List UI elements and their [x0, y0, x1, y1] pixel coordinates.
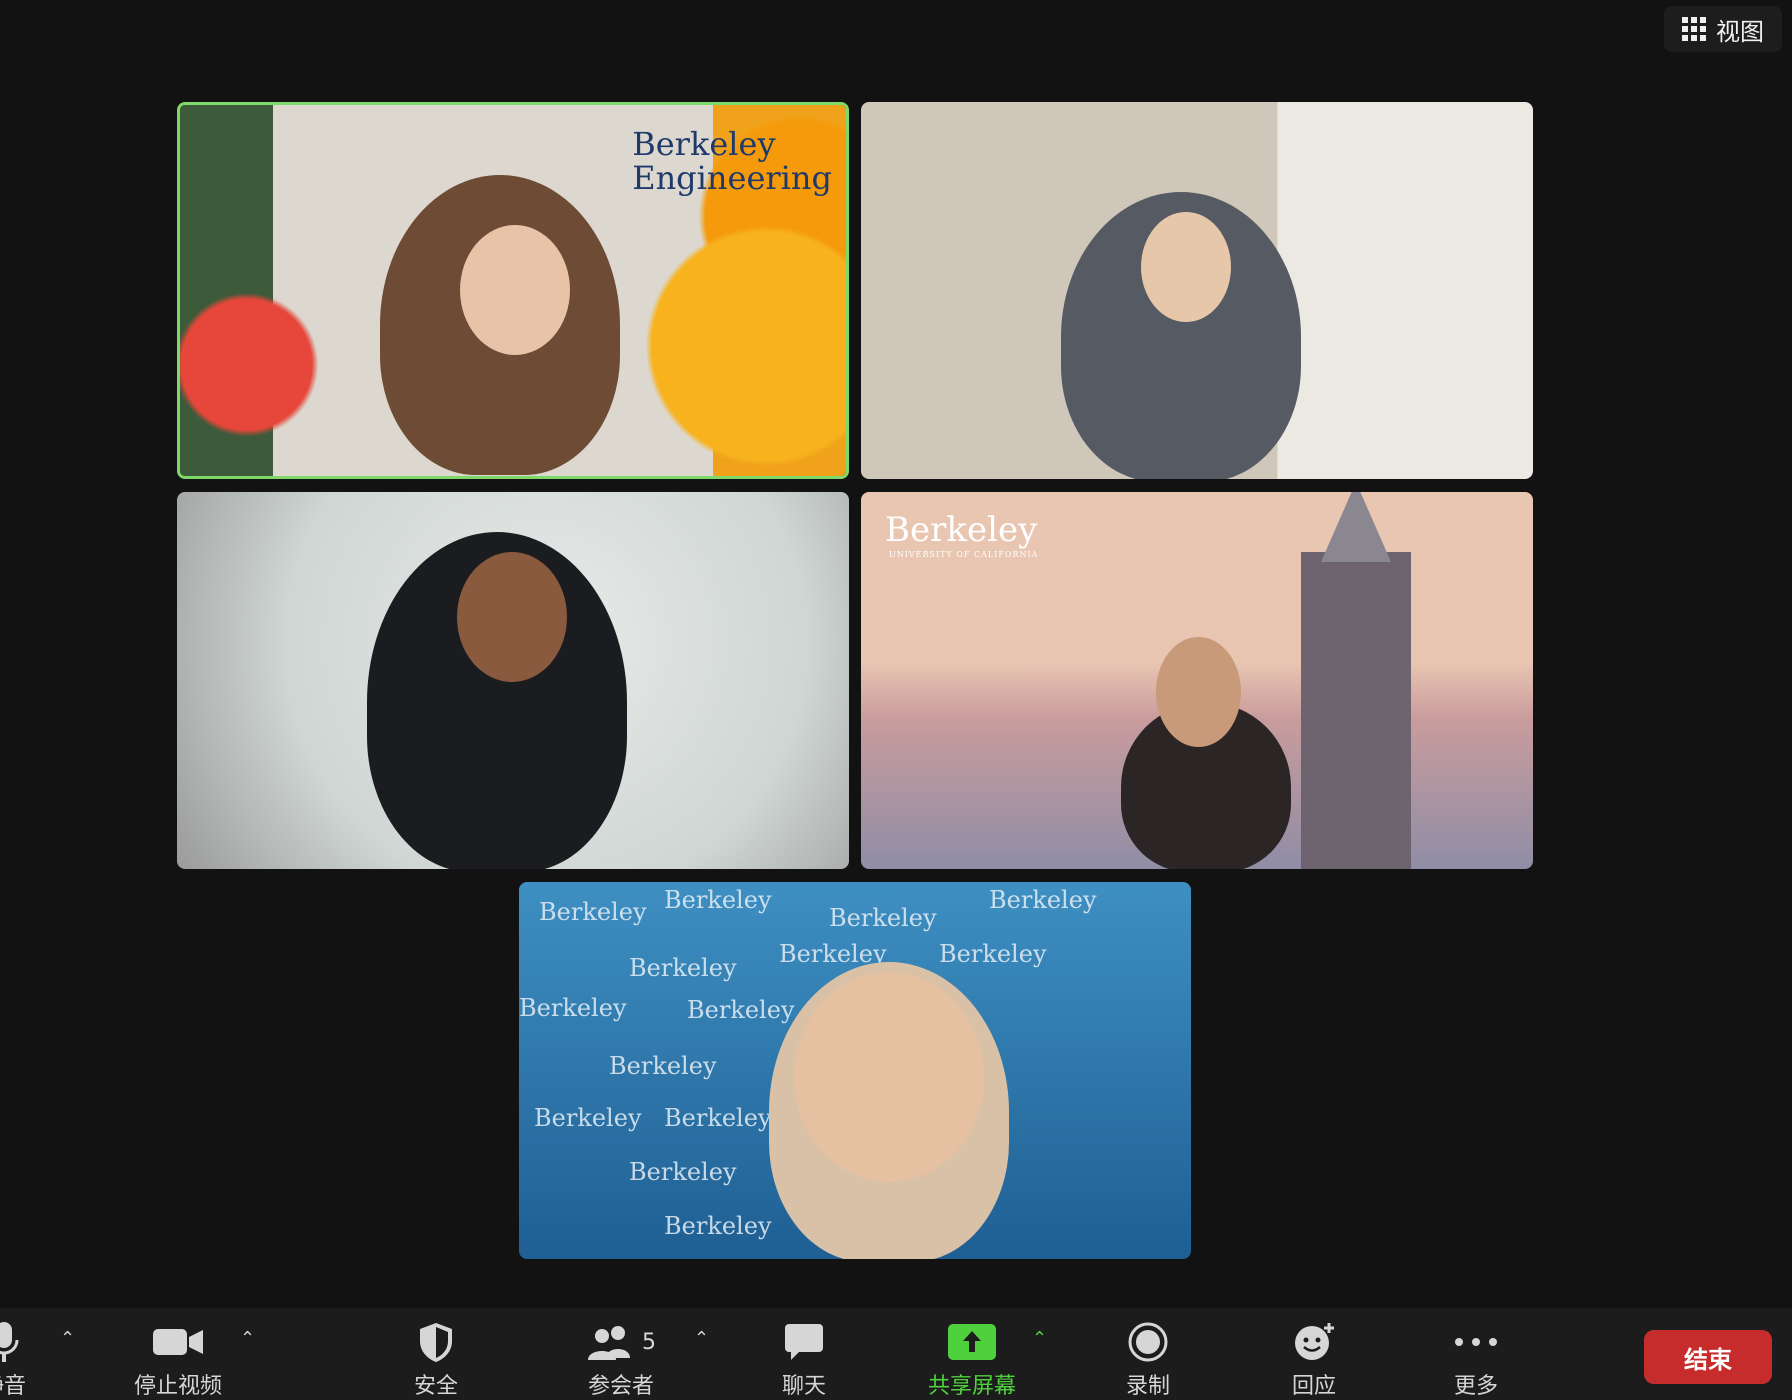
share-options-chevron-up-icon[interactable]: ⌃ [1032, 1328, 1047, 1349]
more-button[interactable]: 更多 [1454, 1320, 1498, 1400]
participant-face [1156, 637, 1241, 747]
share-screen-button[interactable]: 共享屏幕 [928, 1320, 1016, 1400]
meeting-toolbar: 静音 ⌃ 停止视频 ⌃ 安全 5 参会者 ⌃ 聊天 共享屏幕 ⌃ [0, 1308, 1792, 1400]
participants-count: 5 [642, 1329, 656, 1355]
video-tile-active-speaker[interactable]: Berkeley Engineering [177, 102, 849, 479]
participants-button[interactable]: 5 参会者 [586, 1320, 656, 1400]
stop-video-label: 停止视频 [134, 1374, 223, 1399]
berkeley-engineering-logo: Berkeley Engineering [632, 125, 832, 197]
record-label: 录制 [1126, 1374, 1171, 1399]
participant-face [794, 972, 984, 1182]
participants-options-chevron-up-icon[interactable]: ⌃ [694, 1328, 709, 1349]
audio-options-chevron-up-icon[interactable]: ⌃ [60, 1328, 75, 1349]
video-options-chevron-up-icon[interactable]: ⌃ [240, 1328, 255, 1349]
chat-label: 聊天 [782, 1374, 827, 1399]
mute-label: 静音 [0, 1374, 27, 1399]
reactions-button[interactable]: 回应 [1292, 1320, 1336, 1400]
video-tile[interactable] [861, 102, 1533, 479]
participant-face [457, 552, 567, 682]
mute-button[interactable]: 静音 [0, 1320, 26, 1400]
share-screen-label: 共享屏幕 [928, 1374, 1017, 1399]
stop-video-button[interactable]: 停止视频 [134, 1320, 222, 1400]
security-button[interactable]: 安全 [414, 1320, 458, 1400]
participant-face [1141, 212, 1231, 322]
chat-button[interactable]: 聊天 [782, 1320, 826, 1400]
more-label: 更多 [1454, 1374, 1499, 1399]
video-tile[interactable]: Berkeley Berkeley Berkeley Berkeley Berk… [519, 882, 1191, 1259]
berkeley-logo: Berkeley UNIVERSITY OF CALIFORNIA [885, 510, 1039, 559]
grid-view-icon [1682, 17, 1706, 41]
record-icon [1127, 1320, 1169, 1364]
campanile-tower [1301, 492, 1411, 869]
shield-icon [417, 1320, 455, 1364]
video-tile[interactable] [177, 492, 849, 869]
participants-icon: 5 [586, 1320, 656, 1364]
record-button[interactable]: 录制 [1126, 1320, 1170, 1400]
chat-bubble-icon [783, 1320, 825, 1364]
smiley-plus-icon [1292, 1320, 1336, 1364]
end-meeting-button[interactable]: 结束 [1644, 1330, 1772, 1384]
reactions-label: 回应 [1292, 1374, 1337, 1399]
video-camera-icon [153, 1320, 203, 1364]
more-dots-icon [1454, 1320, 1498, 1364]
participants-label: 参会者 [587, 1374, 654, 1399]
view-label: 视图 [1716, 17, 1764, 46]
microphone-icon [0, 1320, 21, 1364]
security-label: 安全 [414, 1374, 459, 1399]
video-tile[interactable]: Berkeley UNIVERSITY OF CALIFORNIA [861, 492, 1533, 869]
view-button[interactable]: 视图 [1664, 6, 1782, 52]
share-screen-icon [948, 1320, 996, 1364]
participant-face [460, 225, 570, 355]
